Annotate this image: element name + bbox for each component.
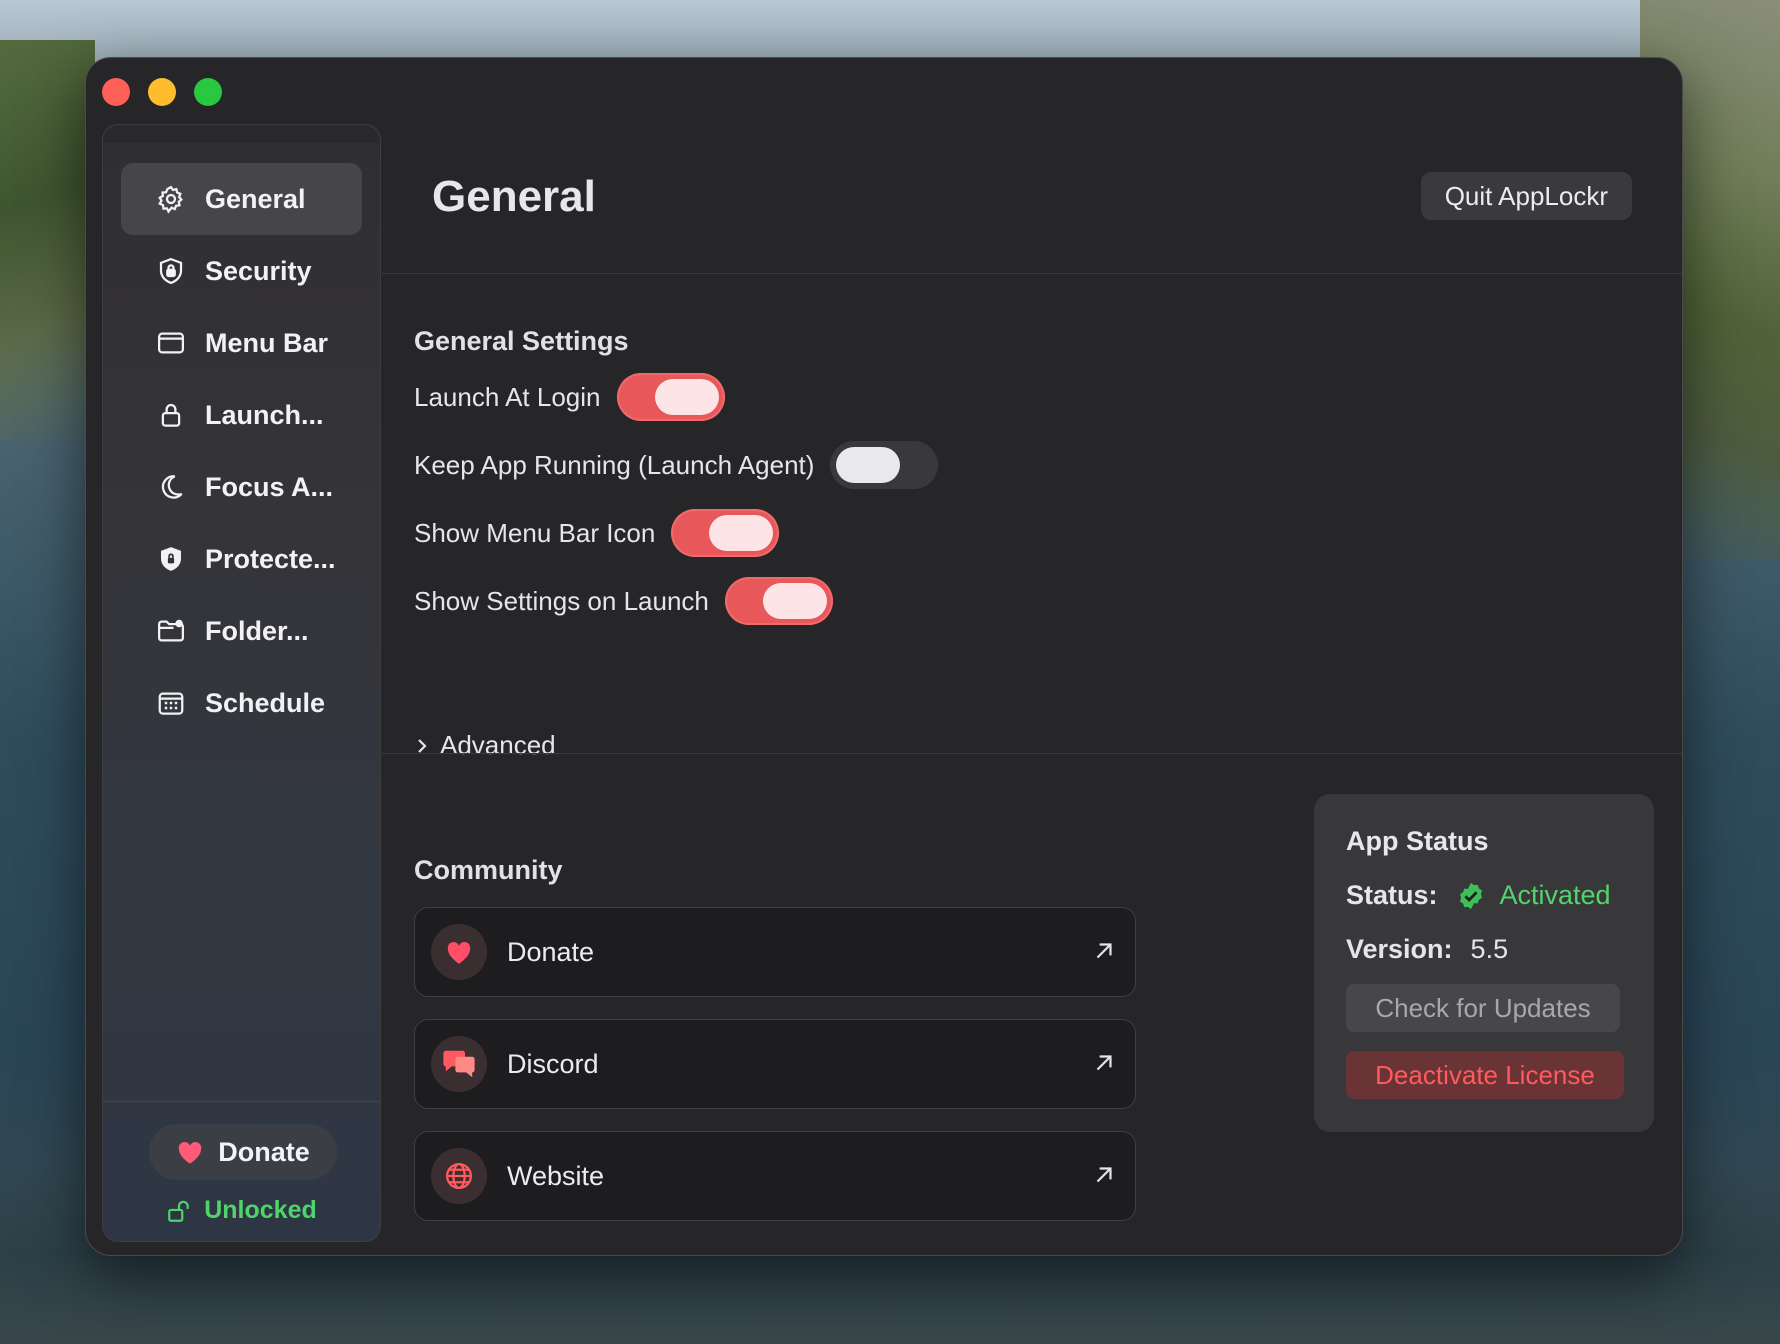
community-title: Community xyxy=(414,855,563,885)
status-value: Activated xyxy=(1499,880,1611,910)
sidebar-top-strip xyxy=(103,125,380,143)
sidebar-footer: Donate Unlocked xyxy=(103,1101,380,1241)
sidebar-item-focus[interactable]: Focus A... xyxy=(121,451,362,523)
unlocked-lock-icon xyxy=(166,1198,192,1224)
setting-show-settings-on-launch: Show Settings on Launch xyxy=(414,577,833,625)
icon-circle xyxy=(431,1148,487,1204)
advanced-label: Advanced xyxy=(440,730,556,760)
sidebar: General Security Menu Bar Launch... Focu… xyxy=(102,124,381,1242)
sidebar-nav: General Security Menu Bar Launch... Focu… xyxy=(121,163,362,739)
version-row: Version: 5.5 xyxy=(1346,934,1508,965)
sidebar-item-folder[interactable]: Folder... xyxy=(121,595,362,667)
app-status-card: App Status Status: Activated Version: 5.… xyxy=(1314,794,1654,1132)
setting-label: Launch At Login xyxy=(414,381,601,412)
check-for-updates-button[interactable]: Check for Updates xyxy=(1346,984,1620,1032)
community-link-label: Donate xyxy=(507,936,595,967)
unlocked-status: Unlocked xyxy=(103,1196,380,1225)
toggle-knob xyxy=(654,379,719,415)
sidebar-item-label: Folder... xyxy=(205,615,309,646)
community-discord-link[interactable]: Discord xyxy=(414,1019,1136,1109)
sidebar-item-label: Menu Bar xyxy=(205,327,329,358)
verified-check-icon xyxy=(1456,881,1486,911)
sidebar-item-launch[interactable]: Launch... xyxy=(121,379,362,451)
quit-applockr-button[interactable]: Quit AppLockr xyxy=(1420,172,1632,220)
sidebar-donate-button[interactable]: Donate xyxy=(149,1124,337,1180)
external-arrow-icon xyxy=(1091,1050,1117,1076)
community-donate-link[interactable]: Donate xyxy=(414,907,1136,997)
wallpaper-hill-left xyxy=(0,40,95,440)
sidebar-donate-label: Donate xyxy=(218,1136,310,1167)
sidebar-item-label: Protecte... xyxy=(205,543,336,574)
status-row: Status: Activated xyxy=(1346,880,1611,911)
app-status-title: App Status xyxy=(1346,826,1489,856)
moon-icon xyxy=(155,471,187,503)
zoom-window-button[interactable] xyxy=(194,78,222,106)
community-link-label: Website xyxy=(507,1160,605,1191)
external-arrow-icon xyxy=(1091,1162,1117,1188)
page-title: General xyxy=(432,172,596,221)
setting-keep-app-running: Keep App Running (Launch Agent) xyxy=(414,441,939,489)
gear-icon xyxy=(155,183,187,215)
icon-circle xyxy=(431,924,487,980)
sidebar-item-label: Security xyxy=(205,255,312,286)
toggle-knob xyxy=(709,515,774,551)
setting-launch-at-login: Launch At Login xyxy=(414,373,725,421)
toggle-knob xyxy=(836,447,901,483)
community-link-label: Discord xyxy=(507,1048,599,1079)
unlocked-label: Unlocked xyxy=(204,1196,317,1224)
general-settings-title: General Settings xyxy=(414,326,629,356)
shield-lock-icon xyxy=(155,255,187,287)
sidebar-item-schedule[interactable]: Schedule xyxy=(121,667,362,739)
lock-icon xyxy=(155,399,187,431)
menubar-window-icon xyxy=(155,327,187,359)
setting-label: Show Settings on Launch xyxy=(414,585,709,616)
section-divider xyxy=(382,753,1682,754)
shield-icon xyxy=(155,543,187,575)
sidebar-item-general[interactable]: General xyxy=(121,163,362,235)
keep-app-running-toggle[interactable] xyxy=(830,441,939,489)
calendar-icon xyxy=(155,687,187,719)
advanced-disclosure[interactable]: Advanced xyxy=(414,730,556,761)
window-controls xyxy=(102,78,222,106)
deactivate-license-button[interactable]: Deactivate License xyxy=(1346,1051,1624,1099)
setting-show-menu-bar-icon: Show Menu Bar Icon xyxy=(414,509,780,557)
sidebar-item-label: Focus A... xyxy=(205,471,334,502)
community-website-link[interactable]: Website xyxy=(414,1131,1136,1221)
close-window-button[interactable] xyxy=(102,78,130,106)
setting-label: Keep App Running (Launch Agent) xyxy=(414,449,815,480)
external-arrow-icon xyxy=(1091,938,1117,964)
main-content: General Quit AppLockr General Settings L… xyxy=(382,58,1682,1255)
settings-window: General Security Menu Bar Launch... Focu… xyxy=(85,57,1683,1256)
toggle-knob xyxy=(762,583,827,619)
globe-icon xyxy=(444,1161,474,1191)
show-settings-on-launch-toggle[interactable] xyxy=(724,577,833,625)
setting-label: Show Menu Bar Icon xyxy=(414,517,656,548)
sidebar-item-security[interactable]: Security xyxy=(121,235,362,307)
show-menu-bar-icon-toggle[interactable] xyxy=(671,509,780,557)
heart-icon xyxy=(176,1139,204,1165)
status-key: Status: xyxy=(1346,880,1438,910)
version-value: 5.5 xyxy=(1470,934,1509,964)
icon-circle xyxy=(431,1036,487,1092)
sidebar-item-label: Schedule xyxy=(205,687,326,718)
launch-at-login-toggle[interactable] xyxy=(616,373,725,421)
sidebar-item-label: Launch... xyxy=(205,399,324,430)
minimize-window-button[interactable] xyxy=(148,78,176,106)
sidebar-item-label: General xyxy=(205,183,306,214)
header-divider xyxy=(382,273,1682,274)
sidebar-item-menu-bar[interactable]: Menu Bar xyxy=(121,307,362,379)
version-key: Version: xyxy=(1346,934,1453,964)
sidebar-item-protected[interactable]: Protecte... xyxy=(121,523,362,595)
chat-bubbles-icon xyxy=(441,1049,477,1079)
heart-icon xyxy=(445,939,473,965)
folder-lock-icon xyxy=(155,615,187,647)
